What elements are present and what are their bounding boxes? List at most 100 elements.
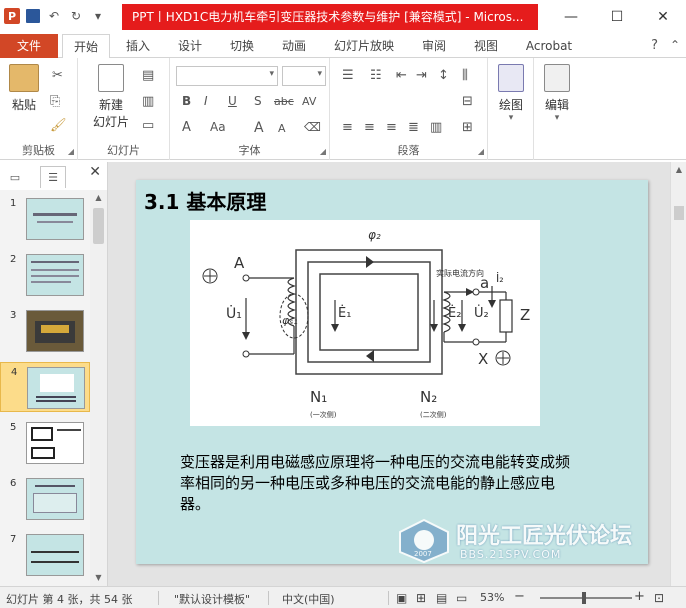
drawing-button[interactable]: 绘图 ▾ (492, 64, 530, 123)
columns-icon[interactable]: ▥ (430, 120, 442, 135)
tab-slideshow[interactable]: 幻灯片放映 (326, 34, 402, 58)
undo-icon[interactable]: ↶ (46, 8, 62, 24)
redo-icon[interactable]: ↻ (68, 8, 84, 24)
slide-sorter-icon[interactable]: ⊞ (416, 591, 426, 605)
align-right-icon[interactable]: ≡ (386, 120, 397, 135)
grow-font-button[interactable]: A (254, 120, 264, 136)
bold-button[interactable]: B (182, 94, 191, 108)
fit-to-window-icon[interactable]: ⊡ (654, 591, 664, 605)
thumbnail-image (26, 422, 84, 464)
tab-design[interactable]: 设计 (168, 34, 212, 58)
thumbnail-slide-1[interactable]: 1 (0, 194, 90, 244)
numbering-icon[interactable]: ☷ (370, 68, 382, 83)
copy-icon[interactable]: ⎘ (50, 94, 60, 109)
thumbnail-scrollbar[interactable]: ▲ ▼ (90, 190, 107, 586)
label-Z: Z (520, 306, 531, 324)
save-icon[interactable] (26, 9, 40, 23)
close-panel-icon[interactable]: ✕ (89, 164, 101, 180)
thumbnail-slide-5[interactable]: 5 (0, 418, 90, 468)
drawing-group: 绘图 ▾ (488, 58, 534, 160)
strikethrough-button[interactable]: abc (274, 95, 294, 108)
slide-title[interactable]: 3.1 基本原理 (144, 186, 266, 215)
thumbnail-slide-4[interactable]: 4 (0, 362, 90, 412)
restore-button[interactable]: ☐ (594, 0, 640, 34)
zoom-level[interactable]: 53% (480, 591, 504, 604)
theme-name[interactable]: "默认设计模板" (174, 591, 250, 607)
font-name-combo[interactable] (176, 66, 278, 86)
layout-icon[interactable]: ▤ (142, 68, 154, 83)
thumbnail-slide-7[interactable]: 7 (0, 530, 90, 580)
tab-acrobat[interactable]: Acrobat (518, 34, 580, 58)
scroll-thumb[interactable] (93, 208, 104, 244)
thumbnail-slide-2[interactable]: 2 (0, 250, 90, 300)
language-indicator[interactable]: 中文(中国) (282, 591, 335, 607)
zoom-in-button[interactable]: + (634, 589, 645, 604)
change-case-button[interactable]: Aa (210, 120, 226, 134)
align-text-icon[interactable]: ⊟ (462, 94, 473, 109)
char-spacing-button[interactable]: AV (302, 95, 316, 108)
align-center-icon[interactable]: ≡ (364, 120, 375, 135)
shrink-font-button[interactable]: A (278, 122, 286, 135)
shadow-button[interactable]: S (254, 94, 262, 108)
tab-transitions[interactable]: 切换 (220, 34, 264, 58)
status-divider (158, 591, 159, 605)
increase-indent-icon[interactable]: ⇥ (416, 68, 427, 83)
bullets-icon[interactable]: ☰ (342, 68, 354, 83)
normal-view-icon[interactable]: ▣ (396, 591, 407, 605)
scroll-thumb[interactable] (674, 206, 684, 220)
cut-icon[interactable]: ✂ (52, 68, 63, 83)
zoom-slider-knob[interactable] (582, 592, 586, 604)
decrease-indent-icon[interactable]: ⇤ (396, 68, 407, 83)
transformer-diagram[interactable]: φ₂ A U̇₁ φₛ₁ Ė₁ Ė₂ U̇₂ 实际电流方向 a İ₂ Z X N… (190, 220, 540, 426)
slide-scrollbar[interactable]: ▲ (670, 162, 686, 586)
editing-button[interactable]: 编辑 ▾ (538, 64, 576, 123)
slide[interactable]: 3.1 基本原理 φ₂ A U̇₁ φₛ₁ Ė₁ Ė₂ U̇₂ 实际电流方向 a… (136, 180, 648, 564)
minimize-button[interactable]: — (548, 0, 594, 34)
thumbnail-slide-6[interactable]: 6 (0, 474, 90, 524)
justify-icon[interactable]: ≣ (408, 120, 419, 135)
scroll-down-icon[interactable]: ▼ (90, 570, 107, 586)
section-icon[interactable]: ▭ (142, 118, 154, 133)
clipboard-launcher-icon[interactable]: ◢ (68, 147, 74, 156)
font-size-combo[interactable] (282, 66, 326, 86)
zoom-out-button[interactable]: − (514, 589, 525, 604)
close-button[interactable]: ✕ (640, 0, 686, 34)
align-left-icon[interactable]: ≡ (342, 120, 353, 135)
slideshow-icon[interactable]: ▭ (456, 591, 467, 605)
italic-button[interactable]: I (204, 94, 208, 108)
customize-qat-icon[interactable]: ▾ (90, 8, 106, 24)
reading-view-icon[interactable]: ▤ (436, 591, 447, 605)
slides-tab-icon[interactable]: ▭ (2, 166, 28, 188)
reset-icon[interactable]: ▥ (142, 94, 154, 109)
tab-insert[interactable]: 插入 (116, 34, 160, 58)
slide-body-text[interactable]: 变压器是利用电磁感应原理将一种电压的交流电能转变成频率相同的另一种电压或多种电压… (180, 452, 570, 515)
watermark-title: 阳光工匠光伏论坛 (456, 524, 633, 549)
paragraph-launcher-icon[interactable]: ◢ (478, 147, 484, 156)
font-color-button[interactable]: A (182, 120, 191, 135)
scroll-up-icon[interactable]: ▲ (671, 162, 686, 178)
smartart-icon[interactable]: ⊞ (462, 120, 473, 135)
tab-file[interactable]: 文件 (0, 34, 58, 58)
line-spacing-icon[interactable]: ↕ (438, 68, 449, 83)
font-launcher-icon[interactable]: ◢ (320, 147, 326, 156)
zoom-slider[interactable] (540, 597, 632, 599)
powerpoint-app-icon[interactable]: P (4, 8, 20, 24)
help-icon[interactable]: ? (651, 38, 658, 53)
slide-canvas[interactable]: 3.1 基本原理 φ₂ A U̇₁ φₛ₁ Ė₁ Ė₂ U̇₂ 实际电流方向 a… (108, 162, 670, 586)
collapse-ribbon-icon[interactable]: ⌃ (670, 38, 680, 52)
outline-tab-icon[interactable]: ☰ (40, 166, 66, 188)
scroll-up-icon[interactable]: ▲ (90, 190, 107, 206)
paste-button[interactable]: 粘贴 (6, 64, 42, 113)
clear-format-icon[interactable]: ⌫ (304, 120, 321, 134)
tab-home[interactable]: 开始 (62, 34, 110, 59)
new-slide-button[interactable]: 新建 幻灯片 (84, 64, 138, 130)
tab-view[interactable]: 视图 (464, 34, 508, 58)
thumbnail-slide-3[interactable]: 3 (0, 306, 90, 356)
label-U2: U̇₂ (474, 306, 489, 321)
tab-review[interactable]: 审阅 (412, 34, 456, 58)
slides-group-label: 幻灯片 (107, 144, 140, 157)
tab-animations[interactable]: 动画 (272, 34, 316, 58)
format-painter-icon[interactable]: 🖌 (50, 118, 67, 133)
text-direction-icon[interactable]: ⫼ (462, 68, 468, 83)
underline-button[interactable]: U (228, 94, 237, 108)
